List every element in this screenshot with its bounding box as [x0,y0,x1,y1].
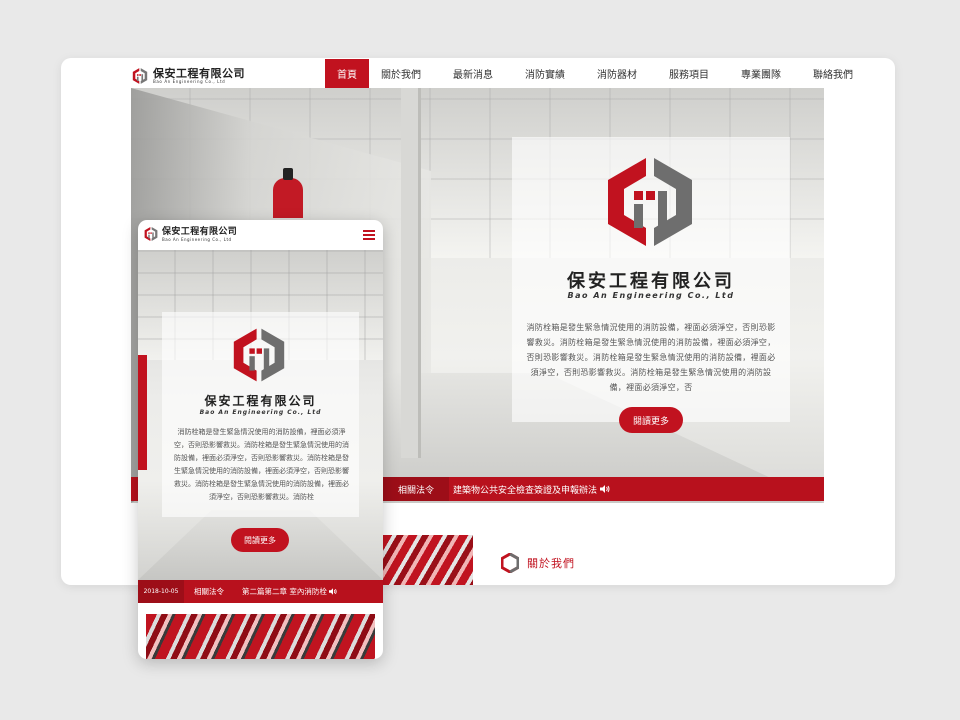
read-more-button[interactable]: 閱讀更多 [619,407,683,433]
mobile-ticker-item[interactable]: 第二篇第二章 室內消防栓 [242,580,337,603]
mobile-logo[interactable]: 保安工程有限公司 Bao An Engineering Co., Ltd [143,226,237,242]
nav-projects[interactable]: 消防實績 [513,59,577,88]
ticker-tag[interactable]: 相關法令 [383,477,449,501]
fire-hydrant-box-image [138,355,147,470]
mobile-hero-description: 消防栓箱是發生緊急情況使用的消防設備，裡面必須淨空，否則恐影響救災。消防栓箱是發… [174,428,349,501]
nav-home[interactable]: 首頁 [325,59,369,88]
about-section-heading: 關於我們 [501,553,575,573]
speaker-icon [328,588,337,595]
logo-mark-icon [144,226,158,242]
equipment-thumbnail [383,535,473,585]
logo-mark-icon [132,68,148,84]
hero-title: 保安工程有限公司 [567,271,735,292]
nav-services[interactable]: 服務項目 [657,59,721,88]
mobile-preview: 保安工程有限公司 Bao An Engineering Co., Ltd 保安工… [138,220,383,659]
about-title[interactable]: 關於我們 [527,555,575,571]
hexagon-icon [501,553,519,573]
nav-team[interactable]: 專業團隊 [729,59,793,88]
nav-contact[interactable]: 聯絡我們 [801,59,865,88]
mobile-news-ticker: 2018-10-05 相關法令 第二篇第二章 室內消防栓 [138,580,383,603]
mobile-hero-banner: 保安工程有限公司 Bao An Engineering Co., Ltd 消防栓… [138,250,383,580]
fire-extinguisher-image [273,168,303,218]
logo-mark-icon [233,328,285,382]
mobile-equipment-thumbnail [146,614,375,659]
mobile-hero-title: 保安工程有限公司 [204,394,317,408]
hamburger-icon[interactable] [363,230,375,240]
main-nav: 首頁 關於我們 最新消息 消防實績 消防器材 服務項目 專業團隊 聯絡我們 [325,59,865,88]
ticker-date: 2018-10-05 [138,580,184,603]
mobile-header: 保安工程有限公司 Bao An Engineering Co., Ltd [138,220,383,250]
mobile-hero-subtitle: Bao An Engineering Co., Ltd [199,409,322,416]
site-logo[interactable]: 保安工程有限公司 Bao An Engineering Co., Ltd [131,64,245,88]
mobile-hero-overlay-card: 保安工程有限公司 Bao An Engineering Co., Ltd 消防栓… [162,312,359,517]
speaker-icon [600,485,610,493]
mobile-read-more-button[interactable]: 閱讀更多 [231,528,289,552]
mobile-site-name: 保安工程有限公司 [162,226,238,237]
hero-door-photo [401,88,421,458]
mobile-ticker-tag[interactable]: 相關法令 [184,580,234,603]
logo-mark-icon [608,158,692,246]
site-name: 保安工程有限公司 [153,66,245,80]
hero-subtitle: Bao An Engineering Co., Ltd [567,291,735,300]
nav-equipment[interactable]: 消防器材 [585,59,649,88]
nav-news[interactable]: 最新消息 [441,59,505,88]
mobile-site-subname: Bao An Engineering Co., Ltd [162,236,232,242]
ticker-item[interactable]: 建築物公共安全檢查簽證及申報辦法 [453,477,610,501]
ticker-text: 建築物公共安全檢查簽證及申報辦法 [453,485,598,496]
mobile-ticker-text: 第二篇第二章 室內消防栓 [242,587,327,596]
hero-description: 消防栓箱是發生緊急情況使用的消防設備，裡面必須淨空，否則恐影響救災。消防栓箱是發… [526,323,776,392]
hero-overlay-card: 保安工程有限公司 Bao An Engineering Co., Ltd 消防栓… [512,137,790,422]
nav-about[interactable]: 關於我們 [369,59,433,88]
